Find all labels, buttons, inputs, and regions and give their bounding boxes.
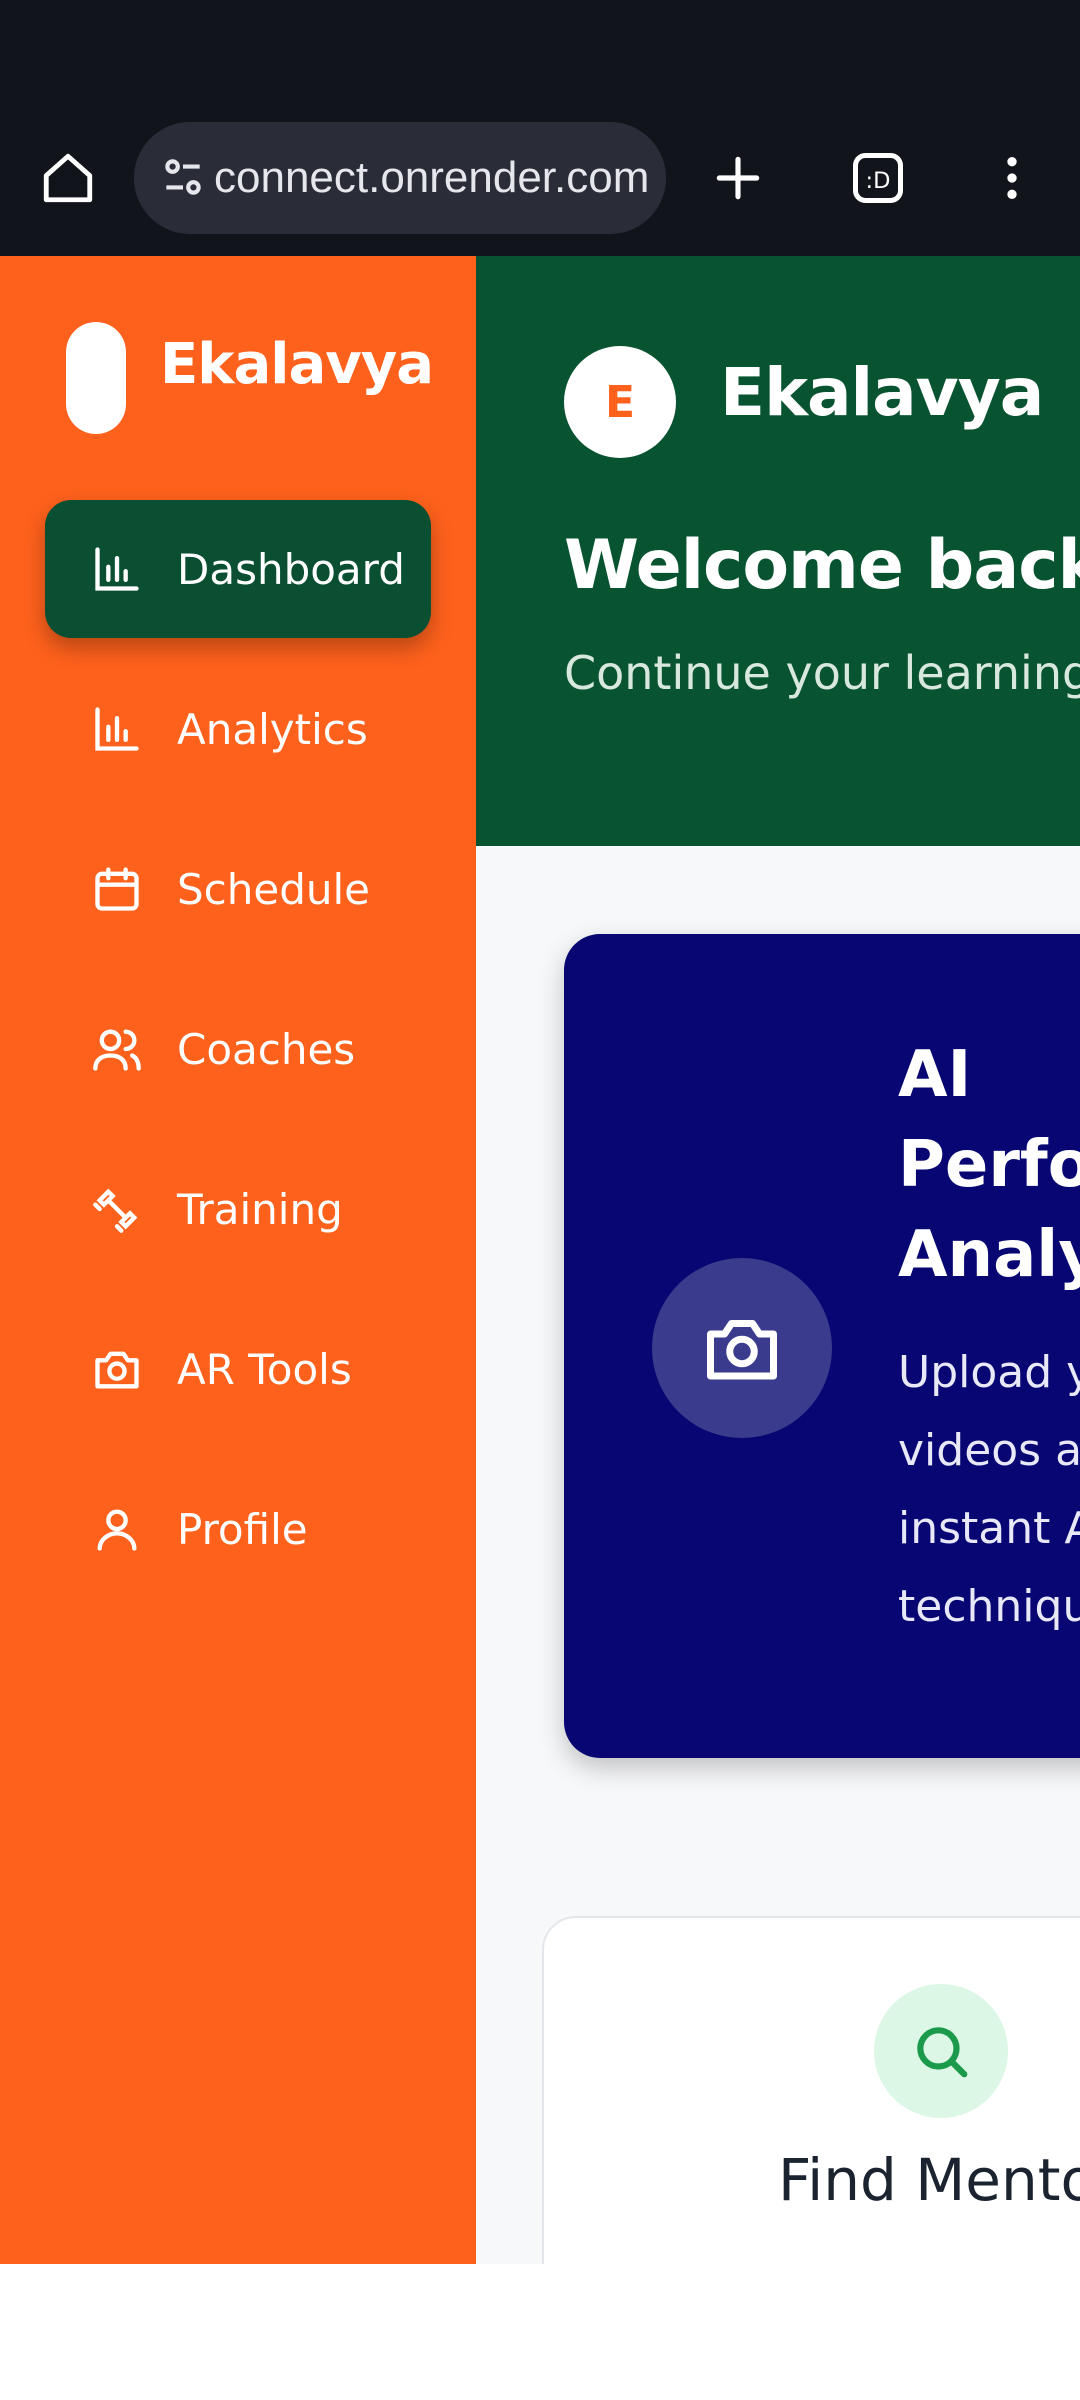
sidebar-item-schedule[interactable]: Schedule [45,820,431,958]
ai-card-title-line: Analy [898,1218,1080,1292]
address-bar[interactable]: connect.onrender.com [134,122,666,234]
ai-card-title: AI Perfo Analy [898,1030,1080,1300]
bottom-area [0,2264,1080,2400]
bar-chart-icon [91,543,143,595]
ai-card-desc-line: Upload y [898,1347,1080,1398]
find-mentor-card[interactable]: Find Mento [542,1916,1080,2264]
ai-card-title-line: AI [898,1038,972,1112]
site-info-icon[interactable] [158,152,208,207]
browser-toolbar: connect.onrender.com :D [0,0,1080,256]
page-title: Ekalavya [720,354,1044,431]
main-content: E Ekalavya Welcome back, Continue your l… [476,256,1080,2264]
ai-card-desc-line: videos ar [898,1425,1080,1476]
sidebar-item-label: Schedule [177,864,370,914]
sidebar-item-profile[interactable]: Profile [45,1460,431,1598]
sidebar-item-training[interactable]: Training [45,1140,431,1278]
sidebar-item-label: Coaches [177,1024,356,1074]
user-icon [91,1503,143,1555]
ai-card-title-line: Perfo [898,1128,1080,1202]
find-mentor-title: Find Mento [778,2146,1080,2214]
welcome-subtitle: Continue your learning j [564,646,1080,700]
welcome-heading: Welcome back, [564,526,1080,605]
sidebar-item-label: Profile [177,1504,308,1554]
brand-logo [66,322,126,434]
ai-card-description: Upload y videos ar instant A techniqu [898,1334,1080,1646]
camera-icon [91,1343,143,1395]
sidebar-item-analytics[interactable]: Analytics [45,660,431,798]
menu-icon[interactable] [972,138,1052,218]
tab-switcher-icon[interactable]: :D [838,138,918,218]
ai-card-desc-line: instant A [898,1503,1080,1554]
calendar-icon [91,863,143,915]
sidebar-item-dashboard[interactable]: Dashboard [45,500,431,638]
avatar[interactable]: E [564,346,676,458]
dumbbell-icon [91,1183,143,1235]
ai-performance-card[interactable]: AI Perfo Analy Upload y videos ar instan… [564,934,1080,1758]
home-icon[interactable] [28,138,108,218]
sidebar-item-label: Dashboard [177,544,405,594]
sidebar-item-coaches[interactable]: Coaches [45,980,431,1118]
svg-text::D: :D [866,168,891,194]
sidebar-item-label: Training [177,1184,343,1234]
sidebar: Ekalavya Dashboard Analytics Schedule Co… [0,256,476,2264]
bar-chart-icon [91,703,143,755]
new-tab-icon[interactable] [698,138,778,218]
search-icon [874,1984,1008,2118]
ai-card-desc-line: techniqu [898,1581,1080,1632]
url-text: connect.onrender.com [214,153,650,202]
sidebar-item-ar-tools[interactable]: AR Tools [45,1300,431,1438]
camera-icon [652,1258,832,1438]
sidebar-item-label: AR Tools [177,1344,352,1394]
sidebar-item-label: Analytics [177,704,368,754]
hero-header: E Ekalavya Welcome back, Continue your l… [476,256,1080,846]
users-icon [91,1023,143,1075]
sidebar-brand: Ekalavya [160,332,434,397]
